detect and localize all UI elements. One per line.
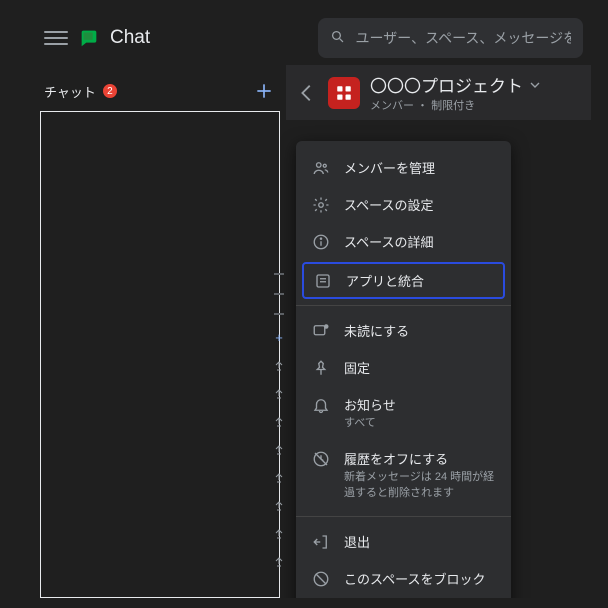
menu-item-label: お知らせ: [344, 395, 396, 414]
space-header: 〇〇〇プロジェクト メンバー ・ 制限付き: [286, 65, 591, 120]
menu-item-label: アプリと統合: [346, 271, 424, 290]
menu-history-off[interactable]: 履歴をオフにする 新着メッセージは 24 時間が経過すると削除されます: [296, 440, 511, 510]
unread-icon: [312, 322, 330, 340]
pin-icon: [274, 417, 284, 427]
history-off-icon: [312, 450, 330, 468]
block-icon: [312, 570, 330, 588]
bell-icon: [312, 396, 330, 414]
menu-manage-members[interactable]: メンバーを管理: [296, 149, 511, 186]
back-arrow-icon[interactable]: [296, 82, 318, 104]
menu-apps-integrations[interactable]: アプリと統合: [302, 262, 505, 299]
tick-icon: [274, 313, 284, 315]
top-bar: Chat ユーザー、スペース、メッセージを検索: [36, 13, 591, 63]
plus-icon[interactable]: +: [275, 333, 283, 343]
menu-delete[interactable]: 削除 すべてのメンバーを対象として、スペースとそのすべてのコンテンツが削除されま…: [296, 597, 511, 598]
menu-item-label: このスペースをブロック: [344, 569, 485, 588]
search-input[interactable]: ユーザー、スペース、メッセージを検索: [318, 18, 583, 58]
chat-list: +: [40, 111, 280, 598]
menu-block-space[interactable]: このスペースをブロック: [296, 560, 511, 597]
space-menu: メンバーを管理 スペースの設定 スペースの詳細 アプリと統合 未読: [296, 141, 511, 598]
tick-icon: [274, 273, 284, 275]
search-placeholder: ユーザー、スペース、メッセージを検索: [356, 28, 571, 48]
sidebar-section-label: チャット: [44, 82, 96, 101]
menu-icon[interactable]: [44, 26, 68, 50]
new-chat-button[interactable]: [252, 79, 276, 103]
menu-item-label: スペースの詳細: [344, 232, 433, 251]
gear-icon: [312, 196, 330, 214]
search-icon: [330, 29, 346, 47]
pin-icon: [312, 359, 330, 377]
pin-icon: [274, 445, 284, 455]
chat-logo-icon: [78, 27, 100, 49]
menu-item-label: スペースの設定: [344, 195, 433, 214]
apps-icon: [314, 272, 332, 290]
gutter-icons: +: [272, 273, 286, 567]
pin-icon: [274, 501, 284, 511]
pin-icon: [274, 389, 284, 399]
pin-icon: [274, 529, 284, 539]
menu-space-settings[interactable]: スペースの設定: [296, 186, 511, 223]
main-content: 〇〇〇プロジェクト メンバー ・ 制限付き メンバーを管理 スペースの設定: [286, 65, 591, 598]
space-avatar-icon: [328, 77, 360, 109]
app-title: Chat: [110, 27, 150, 49]
menu-item-label: 履歴をオフにする: [344, 449, 495, 468]
members-icon: [312, 159, 330, 177]
space-subtitle: メンバー ・ 制限付き: [370, 97, 543, 113]
space-title-dropdown[interactable]: 〇〇〇プロジェクト メンバー ・ 制限付き: [370, 72, 543, 113]
menu-item-label: 固定: [344, 358, 370, 377]
pin-icon: [274, 473, 284, 483]
chevron-down-icon: [527, 77, 543, 93]
tick-icon: [274, 293, 284, 295]
menu-divider: [296, 516, 511, 517]
menu-notifications[interactable]: お知らせ すべて: [296, 386, 511, 440]
menu-space-details[interactable]: スペースの詳細: [296, 223, 511, 260]
menu-leave[interactable]: 退出: [296, 523, 511, 560]
info-icon: [312, 233, 330, 251]
menu-item-label: 未読にする: [344, 321, 409, 340]
menu-divider: [296, 305, 511, 306]
menu-mark-unread[interactable]: 未読にする: [296, 312, 511, 349]
pin-icon: [274, 361, 284, 371]
menu-item-sub: すべて: [344, 416, 396, 431]
pin-icon: [274, 557, 284, 567]
menu-pin[interactable]: 固定: [296, 349, 511, 386]
menu-item-label: メンバーを管理: [344, 158, 435, 177]
sidebar: チャット 2 +: [36, 63, 286, 598]
space-title: 〇〇〇プロジェクト: [370, 72, 523, 97]
unread-badge: 2: [102, 83, 118, 99]
leave-icon: [312, 533, 330, 551]
menu-item-label: 退出: [344, 532, 370, 551]
sidebar-section-header[interactable]: チャット 2: [36, 73, 286, 111]
menu-item-sub: 新着メッセージは 24 時間が経過すると削除されます: [344, 470, 495, 501]
